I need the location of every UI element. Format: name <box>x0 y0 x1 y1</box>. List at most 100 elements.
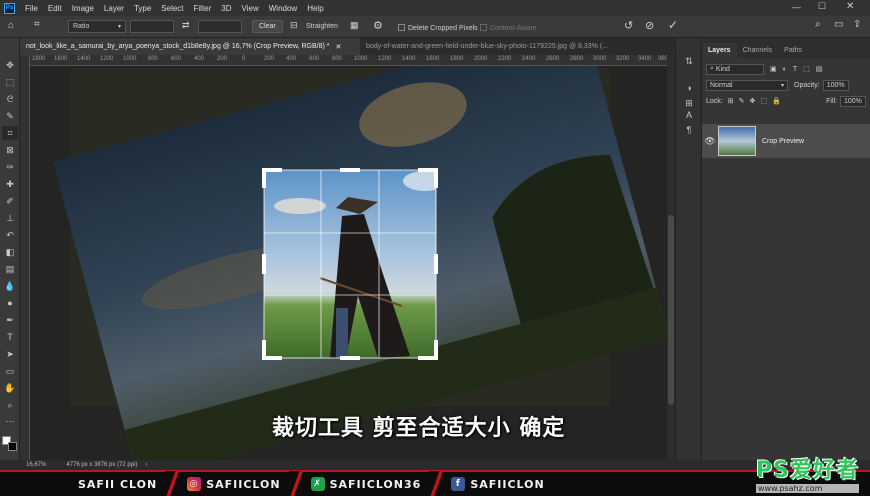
close-window-icon[interactable]: ✕ <box>846 1 854 12</box>
gear-icon[interactable]: ⚙ <box>373 19 383 32</box>
type-filter-icon[interactable]: T <box>793 66 797 73</box>
pen-tool-icon[interactable]: ✒ <box>2 313 18 327</box>
opacity-input[interactable]: 100% <box>822 79 849 91</box>
document-canvas[interactable] <box>30 66 667 460</box>
gradient-tool-icon[interactable]: ▤ <box>2 262 18 276</box>
delete-cropped-checkbox[interactable]: Delete Cropped Pixels <box>398 23 478 32</box>
lock-artboard-icon[interactable]: ⬚ <box>760 97 767 105</box>
status-bar: 16,67% 4776 px x 3876 px (72 ppi) › <box>0 460 870 470</box>
vertical-scrollbar[interactable] <box>667 55 675 460</box>
dodge-tool-icon[interactable]: ● <box>2 296 18 310</box>
maximize-icon[interactable]: ☐ <box>818 1 826 12</box>
fill-input[interactable]: 100% <box>840 95 866 107</box>
height-input[interactable] <box>198 20 242 33</box>
tab-document-field[interactable]: body-of-water-and-green-field-under-blue… <box>360 38 675 55</box>
zoom-level[interactable]: 16,67% <box>26 462 46 468</box>
background-color-swatch[interactable] <box>8 442 17 451</box>
menu-file[interactable]: File <box>20 4 43 13</box>
character-panel-icon[interactable]: A <box>682 108 696 122</box>
quick-select-tool-icon[interactable]: ✎ <box>2 109 18 123</box>
layer-thumbnail <box>718 126 756 156</box>
frame-tool-icon[interactable]: ⊠ <box>2 143 18 157</box>
document-tabs: not_look_like_a_samurai_by_arya_poenya_s… <box>20 38 675 55</box>
reset-icon[interactable]: ↺ <box>624 19 633 32</box>
eraser-tool-icon[interactable]: ◧ <box>2 245 18 259</box>
straighten-label[interactable]: Straighten <box>306 23 338 30</box>
checkbox-box <box>398 24 405 32</box>
chevron-right-icon[interactable]: › <box>145 462 147 468</box>
menu-select[interactable]: Select <box>156 4 188 13</box>
fill-label: Fill: <box>826 97 837 105</box>
lock-paint-icon[interactable]: ✎ <box>739 97 745 105</box>
adjustments-panel-icon[interactable]: ◑ <box>682 81 696 95</box>
move-tool-icon[interactable]: ✥ <box>2 58 18 72</box>
commit-check-icon[interactable]: ✓ <box>668 18 678 32</box>
healing-tool-icon[interactable]: ✚ <box>2 177 18 191</box>
cancel-icon[interactable]: ⊘ <box>645 19 654 32</box>
marquee-tool-icon[interactable]: ⬚ <box>2 75 18 89</box>
lock-row: Lock: ⊞ ✎ ✥ ⬚ 🔒 Fill: 100% <box>702 93 870 109</box>
tab-layers[interactable]: Layers <box>702 43 737 58</box>
layer-name[interactable]: Crop Preview <box>762 138 804 145</box>
history-panel-icon[interactable]: ⇅ <box>682 54 696 68</box>
menu-view[interactable]: View <box>237 4 264 13</box>
smart-filter-icon[interactable]: ▤ <box>816 65 823 73</box>
tab-channels[interactable]: Channels <box>737 43 779 58</box>
menu-type[interactable]: Type <box>129 4 156 13</box>
lasso-tool-icon[interactable]: ᘓ <box>2 92 18 106</box>
width-input[interactable] <box>130 20 174 33</box>
adjustment-filter-icon[interactable]: ◐ <box>783 66 787 73</box>
straighten-icon[interactable]: ⊟ <box>290 20 298 31</box>
menu-3d[interactable]: 3D <box>216 4 236 13</box>
tab-document-samurai[interactable]: not_look_like_a_samurai_by_arya_poenya_s… <box>20 38 360 55</box>
share-icon[interactable]: ⇪ <box>853 19 861 30</box>
visibility-eye-icon[interactable]: 👁 <box>702 136 718 147</box>
ruler-tick: 800 <box>148 56 159 62</box>
blend-mode-select[interactable]: Normal ▾ <box>706 79 788 91</box>
crop-tool-icon[interactable]: ⌗ <box>34 19 40 30</box>
lock-all-icon[interactable]: 🔒 <box>772 97 781 105</box>
shape-tool-icon[interactable]: ▭ <box>2 364 18 378</box>
pixel-filter-icon[interactable]: ▣ <box>770 65 777 73</box>
menu-filter[interactable]: Filter <box>189 4 217 13</box>
clear-button[interactable]: Clear <box>252 20 283 33</box>
brand-icon: ✗ <box>310 477 325 491</box>
menu-layer[interactable]: Layer <box>99 4 129 13</box>
close-tab-icon[interactable]: ✕ <box>336 43 342 51</box>
stamp-tool-icon[interactable]: ⊥ <box>2 211 18 225</box>
grid-overlay-icon[interactable]: ▦ <box>350 20 359 31</box>
kind-filter-select[interactable]: ⌕ Kind <box>706 63 764 75</box>
content-aware-checkbox[interactable]: Content-Aware <box>480 23 537 32</box>
lock-move-icon[interactable]: ✥ <box>749 97 755 105</box>
blur-tool-icon[interactable]: 💧 <box>2 279 18 293</box>
menu-window[interactable]: Window <box>264 4 302 13</box>
ruler-tick: 2200 <box>498 56 512 62</box>
menu-image[interactable]: Image <box>67 4 99 13</box>
hand-tool-icon[interactable]: ✋ <box>2 381 18 395</box>
layer-row[interactable]: 👁 Crop Preview <box>702 124 870 158</box>
lock-transparent-icon[interactable]: ⊞ <box>728 97 734 105</box>
more-tools-icon[interactable]: ⋯ <box>2 414 18 428</box>
tab-paths[interactable]: Paths <box>778 43 808 58</box>
instagram-handle: SAFIICLON <box>206 477 281 491</box>
paragraph-panel-icon[interactable]: ¶ <box>682 123 696 137</box>
zoom-tool-icon[interactable]: ⌕ <box>2 398 18 412</box>
ratio-select[interactable]: Ratio ▾ <box>68 20 126 33</box>
path-select-tool-icon[interactable]: ➤ <box>2 347 18 361</box>
shape-filter-icon[interactable]: ⬚ <box>803 65 810 73</box>
search-icon[interactable]: ⌕ <box>815 19 821 30</box>
crop-tool-icon[interactable]: ⌗ <box>2 126 18 140</box>
brush-tool-icon[interactable]: ✐ <box>2 194 18 208</box>
menu-help[interactable]: Help <box>302 4 328 13</box>
menu-edit[interactable]: Edit <box>43 4 67 13</box>
type-tool-icon[interactable]: T <box>2 330 18 344</box>
scrollbar-thumb[interactable] <box>668 215 674 405</box>
checkbox-box <box>480 24 487 32</box>
eyedropper-tool-icon[interactable]: ✑ <box>2 160 18 174</box>
home-icon[interactable]: ⌂ <box>8 20 14 31</box>
photoshop-logo[interactable]: Ps <box>4 2 15 14</box>
workspace-icon[interactable]: ▭ <box>834 19 843 30</box>
history-brush-icon[interactable]: ↶ <box>2 228 18 242</box>
swap-icon[interactable]: ⇄ <box>182 20 190 31</box>
minimize-icon[interactable]: — <box>792 2 801 12</box>
